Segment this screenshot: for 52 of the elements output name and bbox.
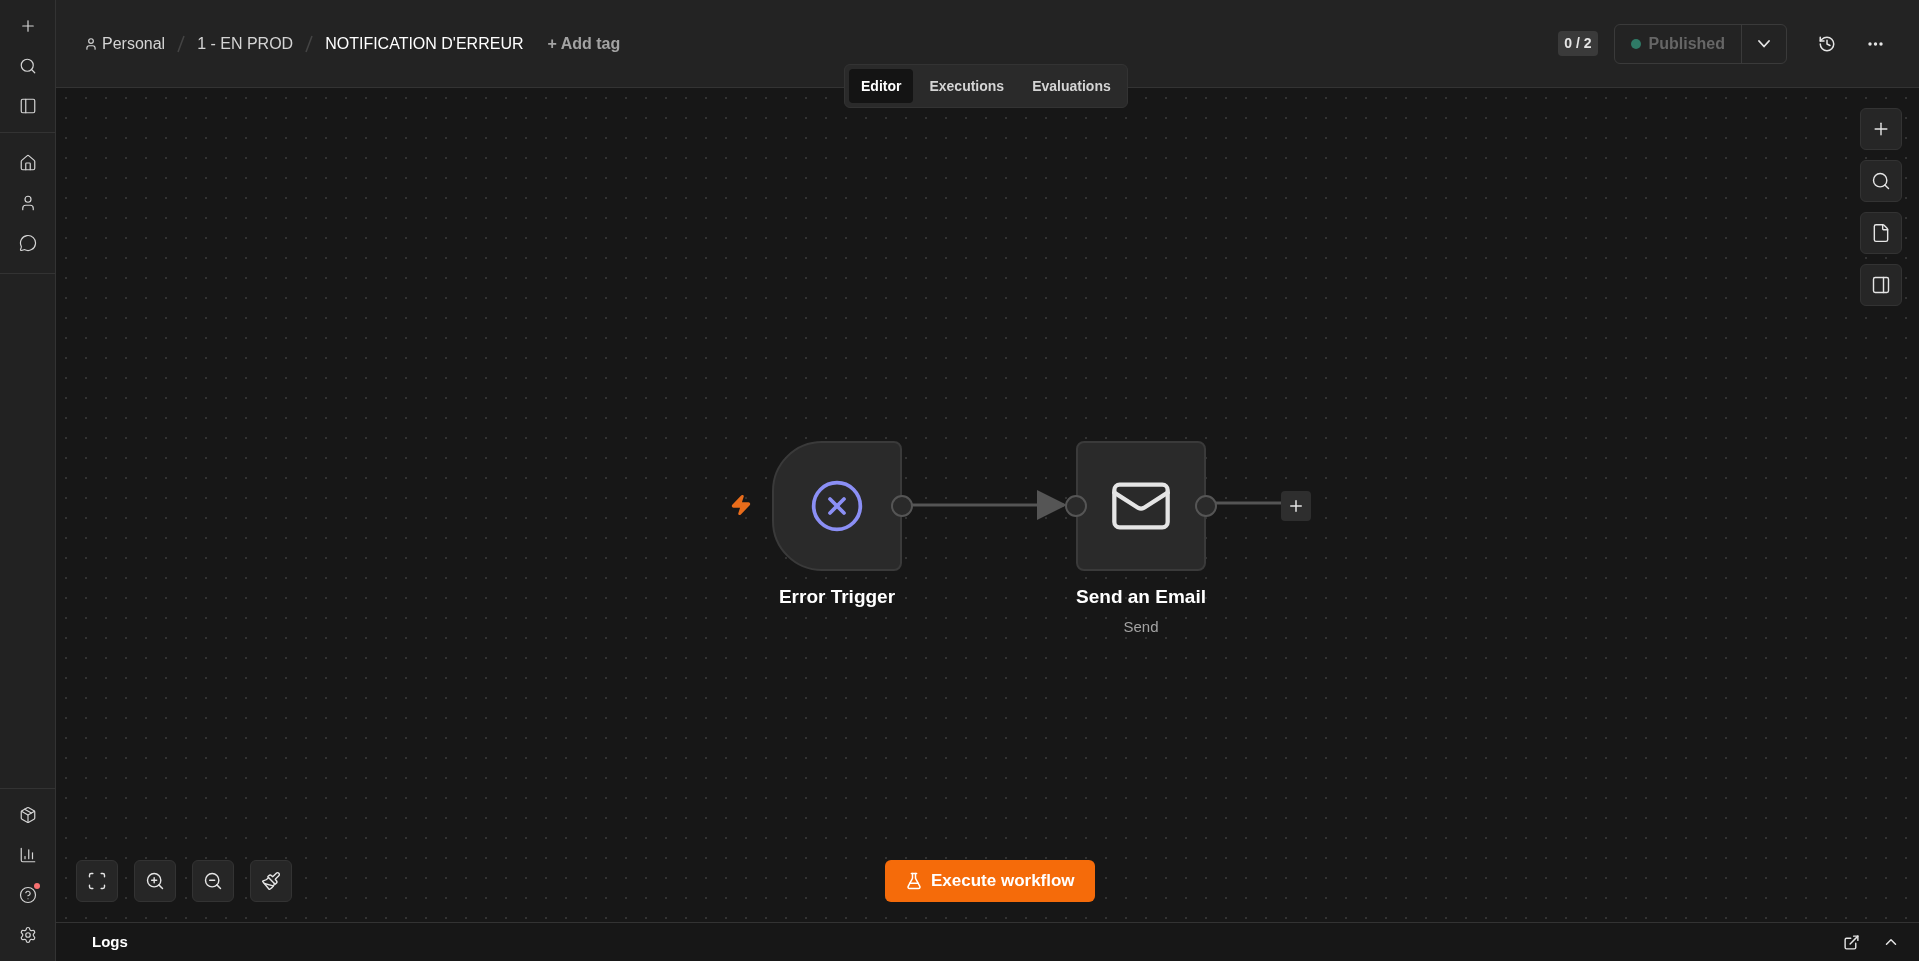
zoom-in-button[interactable] (134, 860, 176, 902)
search-button[interactable] (1860, 160, 1902, 202)
breadcrumb-separator (177, 34, 186, 53)
package-icon (18, 806, 37, 824)
zoom-out-button[interactable] (192, 860, 234, 902)
tidy-up-button[interactable] (250, 860, 292, 902)
view-tab[interactable]: Editor (849, 69, 914, 103)
publish-status: Published (1648, 33, 1725, 54)
sticky-note-button[interactable] (1860, 212, 1902, 254)
panel-toggle-button[interactable] (1860, 264, 1902, 306)
breadcrumb-link[interactable]: 1 - EN PROD (197, 31, 294, 56)
popout-icon (1842, 933, 1860, 951)
flask-icon (905, 872, 923, 890)
connection-line (1216, 501, 1282, 505)
sidebar-toggle-icon (18, 97, 37, 115)
node-title: Send an Email (1076, 585, 1206, 609)
node-title: Error Trigger (778, 585, 896, 609)
breadcrumb-link[interactable]: Personal (84, 31, 166, 56)
counter-badge: 0 / 2 (1558, 31, 1598, 56)
chat-icon (18, 234, 37, 252)
add-tag-button[interactable]: + Add tag (547, 31, 621, 56)
chevron-down-icon (1758, 39, 1770, 48)
zoom-in-icon (145, 871, 165, 891)
history-icon (1818, 34, 1836, 53)
search-icon (1871, 171, 1891, 191)
search-icon (18, 57, 37, 75)
output-handle[interactable] (1195, 495, 1217, 517)
email-node[interactable] (1076, 441, 1206, 571)
help-icon (18, 886, 37, 904)
breadcrumb-separator (305, 34, 314, 53)
plus-icon (1287, 497, 1305, 515)
chart-icon (18, 846, 37, 864)
add-node-button[interactable] (1281, 491, 1311, 521)
settings-icon (18, 926, 37, 944)
home-icon (18, 154, 37, 172)
user-icon (84, 36, 98, 51)
trigger-node[interactable] (772, 441, 902, 571)
sticky-note-icon (1871, 223, 1891, 243)
more-icon (1867, 41, 1883, 46)
input-handle[interactable] (1065, 495, 1087, 517)
logs-label: Logs (92, 931, 128, 952)
breadcrumb-link[interactable]: NOTIFICATION D'ERREUR (325, 31, 524, 56)
lightning-icon (730, 494, 752, 516)
fit-view-button[interactable] (76, 860, 118, 902)
add-node-button[interactable] (1860, 108, 1902, 150)
zoom-out-icon (203, 871, 223, 891)
panel-toggle-icon (1871, 275, 1891, 295)
tidy-up-icon (261, 871, 281, 891)
cross-circle-icon (809, 478, 865, 534)
output-handle[interactable] (891, 495, 913, 517)
node-subtitle: Send (1123, 616, 1159, 637)
fit-view-icon (87, 871, 107, 891)
